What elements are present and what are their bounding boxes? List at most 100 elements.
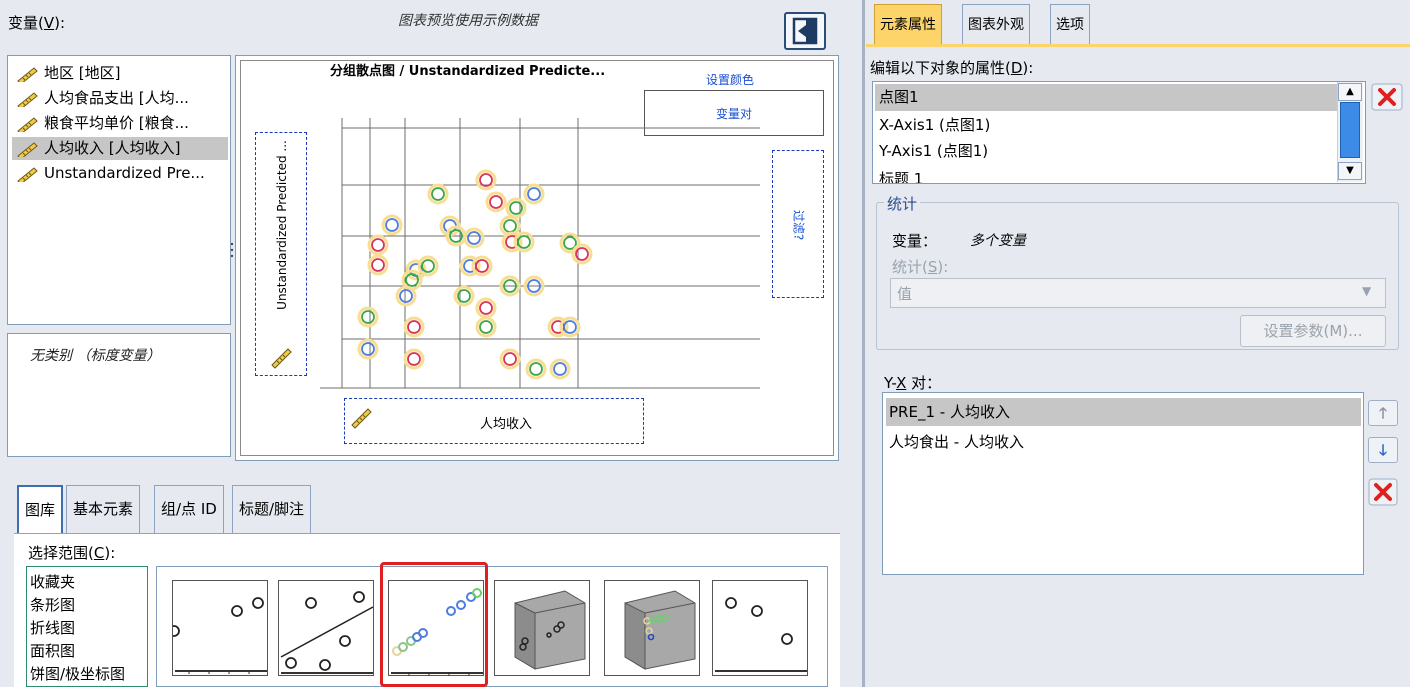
sample-point (457, 289, 471, 303)
tab-group-point-id[interactable]: 组/点 ID (154, 485, 224, 533)
thumb-dot-plot[interactable] (712, 580, 808, 676)
object-list[interactable]: 点图1 X-Axis1 (点图1) Y-Axis1 (点图1) 标题 1 (872, 81, 1366, 184)
sample-point (527, 279, 541, 293)
variable-label: 人均食品支出 [人均... (44, 89, 189, 107)
chart-title[interactable]: 分组散点图 / Unstandardized Predicte... (330, 60, 605, 79)
scale-ruler-icon (17, 67, 38, 82)
sample-point (407, 352, 421, 366)
variable-item-selected[interactable]: 人均收入 [人均收入] (12, 137, 228, 160)
scale-ruler-icon (17, 142, 38, 157)
scatter-points (357, 169, 593, 380)
variable-label: 地区 [地区] (44, 64, 121, 82)
yx-pairs-label: Y-X 对： (884, 374, 942, 392)
scroll-up-arrow-icon[interactable]: ▲ (1338, 83, 1362, 101)
x-axis-label: 人均收入 (480, 417, 533, 432)
y-axis-label: Unstandardized Predicted ... (275, 140, 289, 310)
object-item[interactable]: X-Axis1 (点图1) (875, 112, 1337, 139)
scatter-3d-icon (514, 590, 586, 670)
sample-point (503, 352, 517, 366)
scale-ruler-icon (17, 92, 38, 107)
sample-point (509, 201, 523, 215)
filter-label: 过滤? (791, 209, 806, 241)
tab-gallery[interactable]: 图库 (17, 485, 64, 533)
arrow-down-icon: 🡓 (1379, 441, 1387, 459)
yx-pair-item[interactable]: 人均食出 - 人均收入 (886, 428, 1361, 456)
export-button[interactable] (784, 12, 826, 50)
sample-point (575, 247, 589, 261)
sample-point (529, 362, 543, 376)
variable-list[interactable]: 地区 [地区] 人均食品支出 [人均... 粮食平均单价 [粮食... 人均收入… (7, 55, 231, 325)
move-down-button[interactable]: 🡓 (1368, 437, 1398, 463)
scale-ruler-icon (271, 348, 292, 369)
sample-point (407, 320, 421, 334)
sample-point (385, 218, 399, 232)
tab-underline (866, 44, 1410, 47)
thumb-simple-scatter[interactable] (168, 580, 268, 676)
panel-divider[interactable] (862, 0, 865, 687)
object-item-selected[interactable]: 点图1 (875, 84, 1337, 111)
tab-chart-appearance[interactable]: 图表外观 (962, 4, 1030, 44)
sample-point (489, 195, 503, 209)
sample-point (479, 320, 493, 334)
chart-type-item[interactable]: 饼图/极坐标图 (30, 663, 125, 687)
scale-ruler-icon (17, 117, 38, 132)
y-axis-dropzone[interactable]: Unstandardized Predicted ... (255, 132, 307, 376)
dropdown-caret-icon: ▼ (1362, 284, 1372, 298)
object-item[interactable]: Y-Axis1 (点图1) (875, 138, 1337, 165)
scrollbar-thumb[interactable] (1340, 102, 1360, 158)
sample-point (361, 342, 375, 356)
sample-point (503, 279, 517, 293)
variable-item[interactable]: Unstandardized Pre... (12, 162, 228, 185)
variable-value: 多个变量 (970, 233, 1026, 249)
sample-point (371, 258, 385, 272)
chart-type-list[interactable]: 收藏夹 条形图 折线图 面积图 饼图/极坐标图 (26, 566, 148, 687)
selected-thumb-highlight (380, 562, 488, 687)
statistic-select[interactable]: 值 (890, 278, 1386, 308)
statistic-label: 统计(S): (892, 258, 949, 276)
delete-object-button[interactable] (1371, 83, 1403, 111)
variables-label: 变量(V): (8, 14, 66, 32)
grouped-3d-scatter-icon (624, 590, 696, 670)
sample-point (361, 310, 375, 324)
tab-options[interactable]: 选项 (1050, 4, 1090, 44)
thumb-3d-scatter[interactable] (494, 580, 590, 676)
preview-note: 图表预览使用示例数据 (398, 13, 538, 29)
variable-label: Unstandardized Pre... (44, 164, 205, 182)
sample-point (371, 238, 385, 252)
yx-pairs-list[interactable]: PRE_1 - 人均收入 人均食出 - 人均收入 (882, 392, 1364, 575)
set-parameters-button[interactable]: 设置参数(M)... (1240, 315, 1386, 347)
sample-point (479, 301, 493, 315)
object-item[interactable]: 标题 1 (875, 166, 1337, 183)
variable-item[interactable]: 地区 [地区] (12, 62, 228, 85)
variable-item[interactable]: 人均食品支出 [人均... (12, 87, 228, 110)
sample-point (553, 362, 567, 376)
chart-type-item[interactable]: 收藏夹 (30, 571, 75, 594)
edit-properties-label: 编辑以下对象的属性(D): (870, 59, 1034, 77)
statistics-legend: 统计 (884, 193, 921, 214)
sample-point (527, 187, 541, 201)
scroll-down-arrow-icon[interactable]: ▼ (1338, 162, 1362, 180)
sample-point (431, 187, 445, 201)
sample-point (503, 219, 517, 233)
tab-element-properties[interactable]: 元素属性 (874, 4, 942, 44)
move-up-button[interactable]: 🡑 (1368, 400, 1398, 426)
variable-item[interactable]: 粮食平均单价 [粮食... (12, 112, 228, 135)
variable-key: 变量： (892, 232, 938, 250)
filter-dropzone[interactable]: 过滤? (772, 150, 824, 298)
thumb-scatter-fit-line[interactable] (278, 580, 374, 676)
tab-titles-footnotes[interactable]: 标题/脚注 (232, 485, 312, 533)
delete-x-icon (1368, 478, 1398, 506)
delete-pair-button[interactable] (1368, 478, 1398, 510)
simple-scatter-icon (168, 597, 267, 674)
yx-pair-item-selected[interactable]: PRE_1 - 人均收入 (886, 398, 1361, 426)
thumb-grouped-3d-scatter[interactable] (604, 580, 700, 676)
set-color-dropzone[interactable]: 设置颜色 (706, 71, 754, 88)
chart-type-item[interactable]: 条形图 (30, 594, 75, 617)
tab-basic-elements[interactable]: 基本元素 (66, 485, 141, 533)
choose-from-label: 选择范围(C): (28, 544, 116, 562)
export-icon (792, 17, 818, 45)
category-note: 无类别 （标度变量） (30, 348, 161, 364)
chart-type-item[interactable]: 折线图 (30, 617, 75, 640)
scatter-fit-line-icon (280, 591, 374, 674)
chart-type-item[interactable]: 面积图 (30, 640, 75, 663)
